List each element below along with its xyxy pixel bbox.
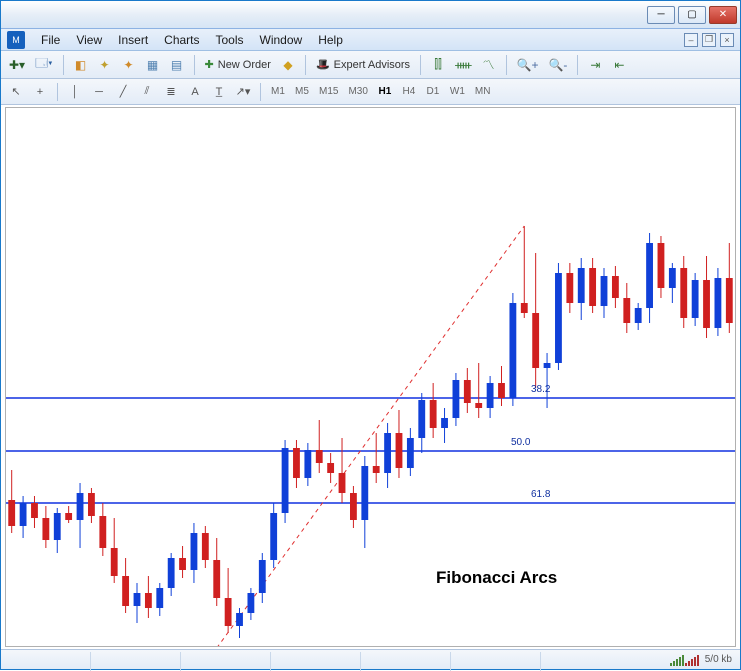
zoom-out-button[interactable]: 🔍-	[544, 54, 571, 76]
timeframe-w1[interactable]: W1	[446, 82, 469, 102]
chart-shift-button[interactable]: ⇤	[608, 54, 630, 76]
expert-advisors-label: Expert Advisors	[334, 59, 410, 71]
status-cell	[181, 652, 271, 671]
new-order-label: New Order	[218, 59, 271, 71]
fib-level-1: 38.2	[531, 384, 550, 395]
mdi-minimize-button[interactable]: –	[684, 33, 698, 47]
strategy-tester-button[interactable]: ▤	[166, 54, 188, 76]
data-window-button[interactable]: ✦	[118, 54, 140, 76]
timeframe-m1[interactable]: M1	[267, 82, 289, 102]
trendline-button[interactable]: ╱	[112, 82, 134, 102]
chart-area[interactable]: Fibonacci Arcs 38.2 50.0 61.8	[5, 107, 736, 647]
statusbar: 5/0 kb	[1, 649, 740, 669]
menu-tools[interactable]: Tools	[208, 31, 252, 49]
cursor-button[interactable]: ↖	[5, 82, 27, 102]
menu-charts[interactable]: Charts	[156, 31, 207, 49]
maximize-button[interactable]: ▢	[678, 6, 706, 24]
mdi-close-button[interactable]: ×	[720, 33, 734, 47]
status-cell	[1, 652, 91, 671]
vertical-line-button[interactable]: │	[64, 82, 86, 102]
menu-help[interactable]: Help	[310, 31, 351, 49]
signal-bars-icon	[670, 654, 699, 666]
menubar: M File View Insert Charts Tools Window H…	[1, 29, 740, 51]
line-chart-button[interactable]: 〽	[478, 54, 500, 76]
app-icon: M	[7, 31, 25, 49]
profiles-button[interactable]: 🗔▾	[31, 54, 56, 76]
timeframe-m30[interactable]: M30	[344, 82, 371, 102]
candlestick-chart	[6, 108, 735, 646]
annotation-label: Fibonacci Arcs	[436, 568, 557, 588]
fib-level-3: 61.8	[531, 489, 550, 500]
horizontal-line-button[interactable]: ─	[88, 82, 110, 102]
new-order-button[interactable]: ✚New Order	[201, 54, 275, 76]
text-button[interactable]: A	[184, 82, 206, 102]
market-watch-button[interactable]: ◧	[70, 54, 92, 76]
autoscroll-button[interactable]: ⇥	[584, 54, 606, 76]
timeframe-h1[interactable]: H1	[374, 82, 396, 102]
metaquotes-button[interactable]: ◆	[277, 54, 299, 76]
timeframe-d1[interactable]: D1	[422, 82, 444, 102]
connection-rate: 5/0 kb	[705, 654, 732, 665]
minimize-button[interactable]: ─	[647, 6, 675, 24]
equidistant-channel-button[interactable]: ⫽	[136, 82, 158, 102]
expert-advisors-button[interactable]: 🎩Expert Advisors	[312, 54, 414, 76]
arrows-button[interactable]: ↗▾	[232, 82, 254, 102]
status-cell	[451, 652, 541, 671]
text-label-button[interactable]: T̲	[208, 82, 230, 102]
timeframe-h4[interactable]: H4	[398, 82, 420, 102]
menu-insert[interactable]: Insert	[110, 31, 156, 49]
terminal-button[interactable]: ▦	[142, 54, 164, 76]
menu-window[interactable]: Window	[252, 31, 311, 49]
timeframe-m15[interactable]: M15	[315, 82, 342, 102]
new-chart-button[interactable]: ✚▾	[5, 54, 29, 76]
status-cell	[271, 652, 361, 671]
navigator-button[interactable]: ✦	[94, 54, 116, 76]
candle-chart-button[interactable]: ᚔ	[451, 54, 475, 76]
titlebar: ─ ▢ ✕	[1, 1, 740, 29]
menu-view[interactable]: View	[68, 31, 110, 49]
mdi-controls: – ❐ ×	[684, 33, 740, 47]
bar-chart-button[interactable]: ⫿⫿	[427, 54, 449, 76]
app-window: ─ ▢ ✕ M File View Insert Charts Tools Wi…	[0, 0, 741, 670]
connection-status: 5/0 kb	[670, 654, 740, 666]
mdi-restore-button[interactable]: ❐	[702, 33, 716, 47]
fib-level-2: 50.0	[511, 437, 530, 448]
timeframe-m5[interactable]: M5	[291, 82, 313, 102]
crosshair-button[interactable]: +	[29, 82, 51, 102]
toolbar-drawing: ↖ + │ ─ ╱ ⫽ ≣ A T̲ ↗▾ M1 M5 M15 M30 H1 H…	[1, 79, 740, 105]
fibonacci-button[interactable]: ≣	[160, 82, 182, 102]
menu-file[interactable]: File	[33, 31, 68, 49]
zoom-in-button[interactable]: 🔍+	[513, 54, 543, 76]
timeframe-mn[interactable]: MN	[471, 82, 495, 102]
toolbar-main: ✚▾ 🗔▾ ◧ ✦ ✦ ▦ ▤ ✚New Order ◆ 🎩Expert Adv…	[1, 51, 740, 79]
status-cell	[361, 652, 451, 671]
status-cell	[91, 652, 181, 671]
close-button[interactable]: ✕	[709, 6, 737, 24]
